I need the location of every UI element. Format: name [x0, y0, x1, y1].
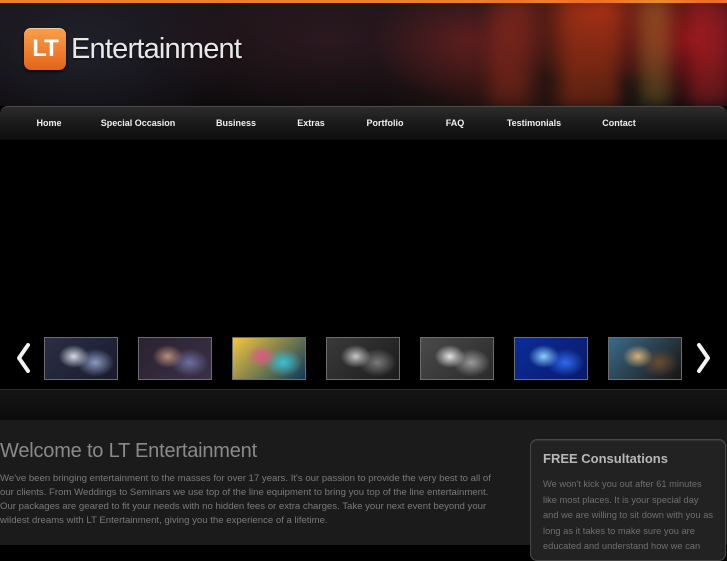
carousel-thumbnail-blue-uplighting[interactable]: [514, 337, 588, 380]
nav-portfolio[interactable]: Portfolio: [367, 107, 404, 140]
nav-extras[interactable]: Extras: [297, 107, 325, 140]
chevron-right-icon[interactable]: [696, 343, 712, 373]
nav-testimonials[interactable]: Testimonials: [507, 107, 561, 140]
stage-light-beam: [640, 0, 670, 106]
nav-business[interactable]: Business: [216, 107, 256, 140]
stage-light-beam: [560, 0, 620, 106]
section-divider-band: [0, 389, 727, 421]
carousel-thumbnail-photo-booth-bw[interactable]: [420, 337, 494, 380]
main-navigation: Home Special Occasion Business Extras Po…: [0, 106, 727, 141]
consultations-title: FREE Consultations: [543, 451, 668, 466]
nav-contact[interactable]: Contact: [602, 107, 636, 140]
nav-home[interactable]: Home: [36, 107, 61, 140]
site-header: LT Entertainment: [0, 0, 727, 106]
free-consultations-box: FREE Consultations We won't kick you out…: [530, 439, 726, 561]
nav-faq[interactable]: FAQ: [446, 107, 465, 140]
carousel-thumbnail-dj-booth-lights[interactable]: [232, 337, 306, 380]
carousel-thumbnail-projection-screen[interactable]: [44, 337, 118, 380]
feature-slideshow-area: [0, 140, 727, 333]
consultations-text: We won't kick you out after 61 minutes l…: [543, 479, 714, 551]
stage-light-beam: [490, 0, 530, 106]
logo-text: Entertainment: [71, 32, 242, 65]
carousel-thumbnail-black-white-party[interactable]: [326, 337, 400, 380]
carousel-thumbnail-dance-floor-crowd[interactable]: [138, 337, 212, 380]
photo-carousel: [0, 333, 727, 389]
nav-special-occasion[interactable]: Special Occasion: [101, 107, 176, 140]
chevron-left-icon[interactable]: [15, 343, 31, 373]
site-logo[interactable]: LT Entertainment: [24, 27, 242, 71]
stage-light-beam: [690, 0, 727, 106]
welcome-title: Welcome to LT Entertainment: [0, 440, 257, 462]
carousel-thumbnail-ballroom-uplights[interactable]: [608, 337, 682, 380]
logo-badge: LT: [24, 28, 66, 70]
welcome-text: We've been bringing entertainment to the…: [0, 473, 491, 526]
